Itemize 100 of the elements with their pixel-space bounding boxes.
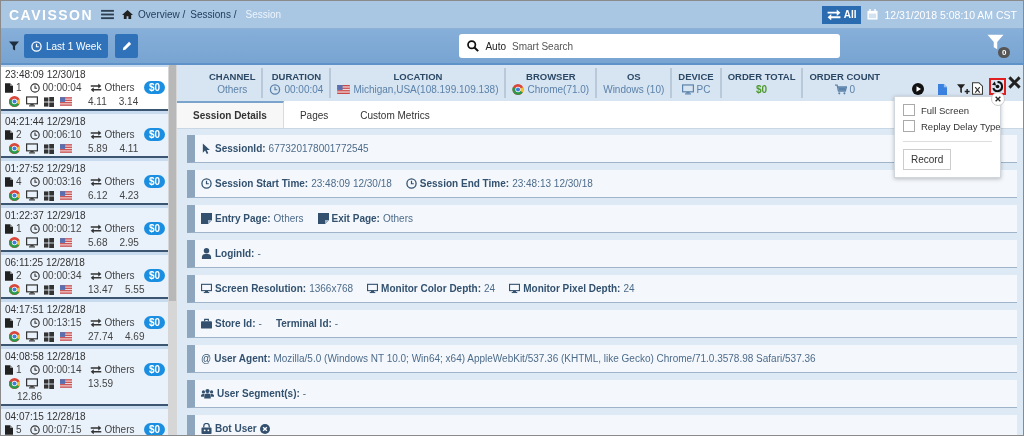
session-duration: 00:00:04 <box>42 81 82 94</box>
metric-value: 3.14 <box>118 95 139 108</box>
menu-icon[interactable] <box>101 9 115 20</box>
flag-icon <box>60 379 72 388</box>
field-label: Terminal Id: <box>275 318 332 329</box>
page-count: 7 <box>16 316 22 329</box>
option-label[interactable]: Replay Delay Type <box>921 120 1001 132</box>
field-label: Exit Page: <box>331 213 380 224</box>
filter-icon[interactable] <box>987 34 1004 50</box>
field-value: 1366x768 <box>309 283 354 294</box>
spreadsheet-icon[interactable] <box>972 82 983 95</box>
all-button[interactable]: All <box>821 5 862 24</box>
swap-arrows-icon <box>89 83 102 92</box>
browser-icon <box>9 190 20 201</box>
replay-icon[interactable] <box>992 81 1003 92</box>
filter-icon[interactable] <box>9 41 19 51</box>
home-icon[interactable] <box>122 9 134 20</box>
scrollbar-thumb[interactable] <box>169 65 176 301</box>
user-icon <box>201 248 212 259</box>
clock-icon <box>29 317 40 328</box>
search-input[interactable]: Smart Search <box>512 40 833 52</box>
session-item[interactable]: 01:27:52 12/29/18 4 00:03:16 Others $0 6.12 4.23 <box>1 161 168 205</box>
summary-value: Chrome(71.0) <box>527 84 590 95</box>
metric-value: 12.86 <box>17 390 43 403</box>
close-circle-icon[interactable] <box>259 423 270 434</box>
users-icon <box>201 388 214 399</box>
channel-text: Others <box>104 175 135 188</box>
windows-icon <box>44 237 54 248</box>
metric-value: 27.74 <box>88 330 114 343</box>
summary-label: ORDER TOTAL <box>727 71 796 82</box>
play-icon[interactable] <box>912 83 924 95</box>
summary-label: ORDER COUNT <box>809 71 881 82</box>
option-label[interactable]: Full Screen <box>921 104 970 116</box>
session-duration: 00:00:12 <box>42 222 82 235</box>
clock-icon <box>29 82 40 93</box>
search-field[interactable]: Auto Smart Search <box>459 34 841 58</box>
session-time: 01:22:37 12/29/18 <box>5 210 87 222</box>
field-value: Others <box>382 213 413 224</box>
breadcrumb-link[interactable]: Sessions / <box>190 9 237 20</box>
session-duration: 00:06:10 <box>42 128 82 141</box>
metric-value: 5.68 <box>88 236 108 249</box>
page-count: 1 <box>16 363 22 376</box>
field-value: 24 <box>484 283 496 294</box>
file-icon <box>5 424 13 435</box>
monitor-icon <box>26 190 38 201</box>
windows-icon <box>44 190 54 201</box>
file-icon <box>5 82 13 93</box>
windows-icon <box>44 284 54 295</box>
summary-value: Michigan,USA(108.199.109.138) <box>353 84 499 95</box>
amount-badge: $0 <box>143 363 165 376</box>
session-time: 04:17:51 12/28/18 <box>5 304 87 316</box>
page-count: 4 <box>16 175 22 188</box>
field-value: - <box>302 388 307 399</box>
page-count: 5 <box>16 423 22 435</box>
checkbox[interactable] <box>903 120 915 132</box>
search-icon <box>467 40 480 52</box>
session-time: 23:48:09 12/30/18 <box>5 69 87 81</box>
session-item[interactable]: 01:22:37 12/29/18 1 00:00:12 Others $0 5.68 2.95 <box>1 208 168 252</box>
clock-icon <box>201 178 212 189</box>
amount-badge: $0 <box>143 128 165 141</box>
flag-icon <box>60 191 72 200</box>
session-item[interactable]: 23:48:09 12/30/18 1 00:00:04 Others $0 4.11 3.14 <box>1 67 168 111</box>
channel-text: Others <box>104 316 135 329</box>
time-filter-button[interactable]: Last 1 Week <box>24 34 109 58</box>
metric-value: 5.89 <box>88 142 108 155</box>
browser-icon <box>9 284 20 295</box>
page-icon <box>201 213 212 224</box>
page-count: 1 <box>16 222 22 235</box>
clock-icon <box>269 84 282 95</box>
session-time: 04:21:44 12/29/18 <box>5 116 87 128</box>
session-item[interactable]: 04:08:58 12/28/18 1 00:00:14 Others $0 13.59 12.86 <box>1 349 168 406</box>
file-icon <box>5 270 13 281</box>
metric-value: 4.69 <box>125 330 145 343</box>
metric-value: 4.23 <box>119 189 139 202</box>
tab[interactable]: Session Details <box>177 101 284 128</box>
document-icon[interactable] <box>938 84 947 95</box>
calendar-icon <box>867 9 879 20</box>
flag-icon <box>60 285 72 294</box>
session-time: 04:07:15 12/28/18 <box>5 411 87 423</box>
checkbox[interactable] <box>903 104 915 116</box>
file-icon <box>5 364 13 375</box>
record-button[interactable]: Record <box>903 149 952 170</box>
close-icon[interactable] <box>995 96 1001 102</box>
breadcrumb-link[interactable]: Overview / <box>138 9 186 20</box>
clock-icon <box>29 364 40 375</box>
flag-icon <box>337 85 351 94</box>
field-label: Monitor Color Depth: <box>381 283 482 294</box>
session-item[interactable]: 04:21:44 12/29/18 2 00:06:10 Others $0 5.89 4.11 <box>1 114 168 158</box>
session-item[interactable]: 04:07:15 12/28/18 5 00:07:15 Others $0 <box>1 409 168 435</box>
close-icon[interactable] <box>1008 76 1021 89</box>
amount-badge: $0 <box>143 222 165 235</box>
session-item[interactable]: 06:11:25 12/28/18 2 00:00:34 Others $0 13.47 5.55 <box>1 255 168 299</box>
amount-badge: $0 <box>143 269 165 282</box>
filter-plus-icon[interactable] <box>957 83 970 95</box>
cart-icon <box>834 84 847 95</box>
channel-text: Others <box>104 269 135 282</box>
field-label: Session Start Time: <box>215 178 309 189</box>
edit-button[interactable] <box>115 34 139 58</box>
amount-badge: $0 <box>143 81 165 94</box>
session-item[interactable]: 04:17:51 12/28/18 7 00:13:15 Others $0 27.74 4.69 <box>1 302 168 346</box>
